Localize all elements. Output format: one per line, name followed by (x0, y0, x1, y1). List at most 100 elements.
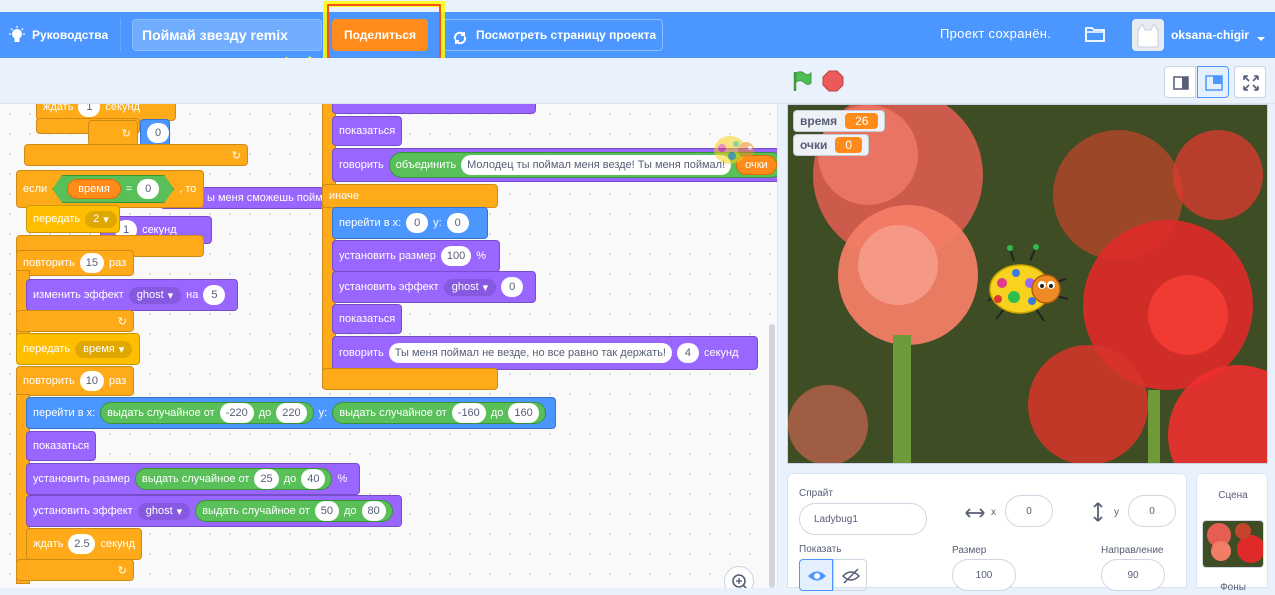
ladybug-sprite[interactable] (984, 243, 1074, 336)
fullscreen-button[interactable] (1234, 66, 1266, 98)
sprite-name-field[interactable]: Ladybug1 (799, 503, 927, 535)
save-status: Проект сохранён. (940, 26, 1052, 41)
show-visible-button[interactable] (799, 559, 833, 591)
set-effect-block[interactable]: установить эффект ghost ▾ 0 (332, 271, 536, 303)
block-label: секунд (105, 104, 140, 113)
folder-icon[interactable] (1085, 25, 1105, 46)
block-label: y: (318, 407, 328, 419)
block-label: ы меня сможешь поймат (207, 192, 334, 204)
say-for-secs-block[interactable]: говорить Ты меня поймал не везде, но все… (332, 336, 758, 370)
green-flag-icon[interactable] (791, 70, 813, 95)
equals-operator[interactable]: время = 0 (52, 175, 174, 203)
block-label: раз (109, 257, 127, 269)
broadcast-dropdown[interactable]: 2 ▾ (85, 210, 117, 228)
sprite-thumbnail-icon (710, 124, 756, 171)
number-input[interactable]: 2.5 (68, 534, 96, 554)
loop-arrow-icon: ↻ (88, 120, 138, 146)
show-block[interactable]: показаться (332, 304, 402, 334)
stop-icon[interactable] (822, 70, 844, 95)
remix-arrows-icon (452, 27, 468, 57)
set-size-block[interactable]: установить размер 100 % (332, 240, 500, 272)
show-label: Показать (799, 544, 842, 555)
username[interactable]: oksana-chigir (1171, 28, 1249, 42)
y-label: y (1114, 507, 1119, 518)
backdrop-thumbnail[interactable] (1202, 520, 1264, 568)
motion-block[interactable]: 0 (140, 119, 170, 147)
number-input[interactable]: 10 (79, 371, 104, 391)
block-label: передать (23, 343, 71, 355)
code-workspace[interactable]: ждать 1 секунд ↻ 0 ↻ ы меня сможешь пойм… (0, 104, 778, 588)
set-size-block[interactable]: установить размер выдать случайное от 25 д… (26, 463, 360, 495)
number-input[interactable]: 0 (147, 123, 169, 143)
if-block[interactable]: если время = 0 , то (16, 170, 204, 208)
show-block[interactable]: показаться (26, 431, 96, 461)
x-field[interactable]: 0 (1005, 495, 1053, 527)
stage[interactable]: время 26 очки 0 (787, 104, 1268, 464)
variable-monitor-points: очки 0 (793, 134, 870, 156)
block-label: повторить (23, 375, 75, 387)
variable-monitor-time: время 26 (793, 110, 886, 132)
broadcast-block[interactable]: передать 2 ▾ (26, 205, 120, 233)
repeat-block[interactable]: повторить 10 раз (16, 366, 134, 396)
goto-block[interactable]: перейти в x: 0 y: 0 (332, 207, 488, 239)
number-input[interactable]: 1 (78, 104, 101, 117)
block-label: перейти в x: (33, 407, 96, 419)
vertical-scrollbar[interactable] (769, 324, 775, 588)
if-else-end (322, 368, 498, 390)
broadcast-dropdown[interactable]: время ▾ (75, 340, 133, 358)
block-label: изменить эффект (33, 289, 124, 301)
show-block[interactable]: показаться (332, 116, 402, 146)
random-operator[interactable]: выдать случайное от -220 до 220 (100, 402, 314, 424)
view-project-page-button[interactable]: Посмотреть страницу проекта (443, 19, 663, 51)
effect-dropdown[interactable]: ghost ▾ (137, 502, 191, 520)
random-operator[interactable]: выдать случайное от 25 до 40 (134, 468, 333, 490)
eye-icon (808, 571, 826, 581)
hide-button[interactable] (833, 559, 867, 591)
loop-arrow-icon: ↻ (24, 144, 248, 166)
stage-header (0, 58, 1275, 104)
random-operator[interactable]: выдать случайное от -160 до 160 (332, 402, 546, 424)
stage-label: Сцена (1218, 490, 1248, 501)
avatar[interactable] (1132, 19, 1164, 51)
x-label: x (991, 507, 996, 518)
goto-block[interactable]: перейти в x: выдать случайное от -220 до 22… (26, 397, 556, 429)
change-effect-block[interactable]: изменить эффект ghost ▾ на 5 (26, 279, 238, 311)
block-label: передать (33, 213, 81, 225)
y-field[interactable]: 0 (1128, 495, 1176, 527)
menu-bar: Руководства Поймай звезду remix Поделить… (0, 12, 1275, 58)
normal-stage-button[interactable] (1197, 66, 1229, 98)
looks-block[interactable] (332, 104, 536, 114)
direction-field[interactable]: 90 (1101, 559, 1165, 591)
number-input[interactable]: 5 (203, 285, 226, 305)
stage-selector-panel[interactable]: Сцена Фоны (1196, 473, 1268, 593)
y-arrows-icon (1091, 501, 1105, 526)
effect-dropdown[interactable]: ghost ▾ (128, 286, 182, 304)
chevron-down-icon[interactable] (1256, 32, 1266, 46)
effect-dropdown[interactable]: ghost ▾ (443, 278, 497, 296)
repeat-block[interactable]: повторить 15 раз (16, 250, 134, 276)
block-label: , то (179, 183, 197, 195)
lightbulb-icon[interactable] (8, 26, 26, 47)
loop-arrow-icon: ↻ (16, 310, 134, 332)
divider (120, 18, 121, 52)
size-label: Размер (952, 545, 987, 556)
number-input[interactable]: 0 (137, 179, 159, 199)
variable-time[interactable]: время (67, 179, 121, 199)
broadcast-time-block[interactable]: передать время ▾ (16, 333, 140, 365)
view-project-label: Посмотреть страницу проекта (476, 28, 657, 42)
sprite-label: Спрайт (799, 488, 833, 499)
zoom-in-icon[interactable] (724, 566, 754, 588)
small-stage-button[interactable] (1164, 66, 1196, 98)
tutorials-link[interactable]: Руководства (32, 28, 108, 42)
random-operator[interactable]: выдать случайное от 50 до 80 (195, 500, 393, 522)
set-effect-block[interactable]: установить эффект ghost ▾ выдать случайно… (26, 495, 402, 527)
size-field[interactable]: 100 (952, 559, 1016, 591)
wait-block[interactable]: ждать 2.5 секунд (26, 528, 142, 560)
loop-arrow-icon: ↻ (16, 559, 134, 581)
sprite-info-panel: Спрайт Ladybug1 x 0 y 0 Показать Размер … (787, 473, 1187, 591)
block-label: раз (109, 375, 127, 387)
block-label: = (125, 183, 133, 195)
else-label: иначе (322, 184, 498, 208)
number-input[interactable]: 15 (79, 253, 104, 273)
eye-crossed-icon (841, 568, 861, 584)
